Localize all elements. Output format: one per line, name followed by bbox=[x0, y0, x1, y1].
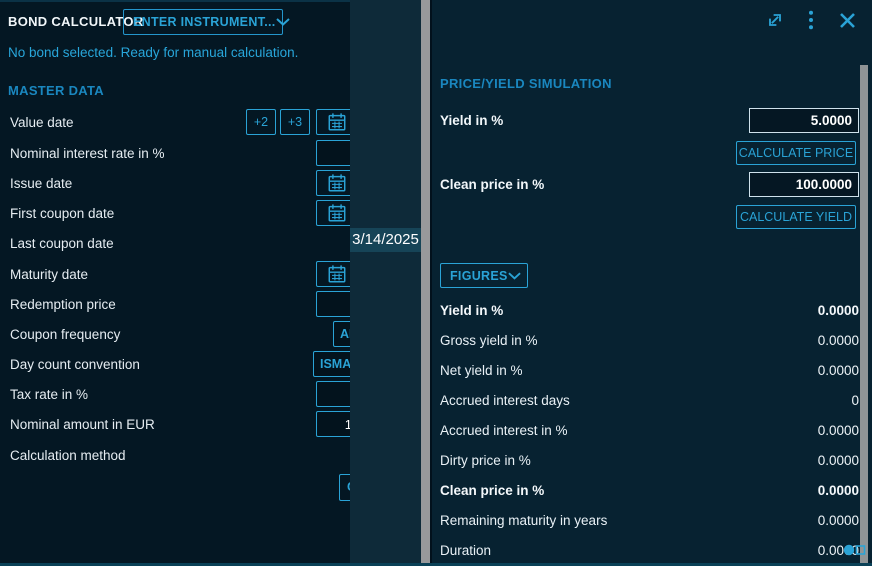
instrument-dropdown-label: ENTER INSTRUMENT... bbox=[133, 15, 276, 29]
figure-row-duration: Duration 0.0000 bbox=[440, 535, 859, 565]
figure-value: 0.0000 bbox=[818, 363, 859, 378]
field-label: Coupon frequency bbox=[10, 321, 120, 348]
figure-value: 0.0000 bbox=[818, 333, 859, 348]
field-label: Calculation method bbox=[10, 442, 126, 469]
field-label: Maturity date bbox=[10, 261, 88, 288]
clean-price-label: Clean price in % bbox=[440, 172, 544, 197]
bond-calculator-app: BOND CALCULATOR ENTER INSTRUMENT... No b… bbox=[0, 0, 872, 566]
figure-value: 0.0000 bbox=[818, 483, 859, 498]
yield-label: Yield in % bbox=[440, 108, 503, 133]
close-icon bbox=[839, 12, 856, 29]
figure-row-gross-yield: Gross yield in % 0.0000 bbox=[440, 325, 859, 355]
value-date-plus2-button[interactable]: +2 bbox=[246, 109, 276, 135]
calendar-icon bbox=[327, 264, 347, 284]
figure-value: 0.0000 bbox=[818, 303, 859, 318]
clean-price-input[interactable] bbox=[749, 172, 859, 197]
chevron-down-icon bbox=[276, 18, 290, 26]
chevron-down-icon bbox=[508, 272, 521, 280]
field-label: Value date bbox=[10, 109, 74, 136]
figure-row-yield: Yield in % 0.0000 bbox=[440, 295, 859, 325]
value-date-plus3-button[interactable]: +3 bbox=[280, 109, 310, 135]
master-data-header: MASTER DATA bbox=[8, 83, 104, 98]
instrument-dropdown[interactable]: ENTER INSTRUMENT... bbox=[123, 9, 283, 35]
calendar-icon bbox=[327, 173, 347, 193]
field-label: Nominal amount in EUR bbox=[10, 411, 155, 438]
figures-dropdown[interactable]: FIGURES bbox=[440, 263, 528, 288]
figure-value: 0.0000 bbox=[818, 513, 859, 528]
drag-cursor-icon bbox=[843, 542, 867, 558]
field-label: Nominal interest rate in % bbox=[10, 140, 165, 167]
field-label: Issue date bbox=[10, 170, 72, 197]
figure-row-accrued-interest: Accrued interest in % 0.0000 bbox=[440, 415, 859, 445]
field-label: Tax rate in % bbox=[10, 381, 88, 408]
figure-label: Remaining maturity in years bbox=[440, 513, 607, 528]
figure-label: Accrued interest days bbox=[440, 393, 570, 408]
figure-label: Accrued interest in % bbox=[440, 423, 568, 438]
field-label: First coupon date bbox=[10, 200, 114, 227]
figure-row-accrued-days: Accrued interest days 0 bbox=[440, 385, 859, 415]
figure-value: 0 bbox=[851, 393, 859, 408]
figure-label: Duration bbox=[440, 543, 491, 558]
figure-label: Clean price in % bbox=[440, 483, 544, 498]
menu-button[interactable] bbox=[800, 9, 822, 31]
figure-row-net-yield: Net yield in % 0.0000 bbox=[440, 355, 859, 385]
figure-value: 0.0000 bbox=[818, 423, 859, 438]
close-button[interactable] bbox=[836, 9, 858, 31]
figure-label: Dirty price in % bbox=[440, 453, 531, 468]
expand-button[interactable] bbox=[764, 9, 786, 31]
figures-scrollbar[interactable] bbox=[860, 65, 868, 563]
field-label: Last coupon date bbox=[10, 230, 114, 257]
figure-label: Gross yield in % bbox=[440, 333, 538, 348]
yield-input[interactable] bbox=[749, 108, 859, 133]
figures-dropdown-label: FIGURES bbox=[450, 269, 508, 283]
figure-value: 0.0000 bbox=[818, 453, 859, 468]
calculate-yield-button[interactable]: CALCULATE YIELD bbox=[736, 205, 856, 229]
kebab-menu-icon bbox=[808, 10, 814, 30]
figure-label: Net yield in % bbox=[440, 363, 523, 378]
figure-row-remaining-maturity: Remaining maturity in years 0.0000 bbox=[440, 505, 859, 535]
date-value-chip: 3/14/2025 bbox=[350, 228, 421, 252]
status-message: No bond selected. Ready for manual calcu… bbox=[8, 45, 298, 60]
calendar-icon bbox=[327, 203, 347, 223]
calculate-price-button[interactable]: CALCULATE PRICE bbox=[736, 141, 856, 165]
simulation-header: PRICE/YIELD SIMULATION bbox=[440, 76, 612, 91]
panel-gap-overlay: 3/14/2025 bbox=[350, 0, 421, 566]
calendar-icon bbox=[327, 112, 347, 132]
expand-icon bbox=[765, 10, 785, 30]
left-panel-scrollbar[interactable] bbox=[421, 0, 430, 563]
panel-window-controls bbox=[764, 9, 858, 31]
field-label: Day count convention bbox=[10, 351, 140, 378]
figure-row-clean-price: Clean price in % 0.0000 bbox=[440, 475, 859, 505]
figure-label: Yield in % bbox=[440, 303, 503, 318]
field-label: Redemption price bbox=[10, 291, 116, 318]
price-yield-panel: PRICE/YIELD SIMULATION Yield in % CALCUL… bbox=[430, 0, 872, 566]
figure-row-dirty-price: Dirty price in % 0.0000 bbox=[440, 445, 859, 475]
